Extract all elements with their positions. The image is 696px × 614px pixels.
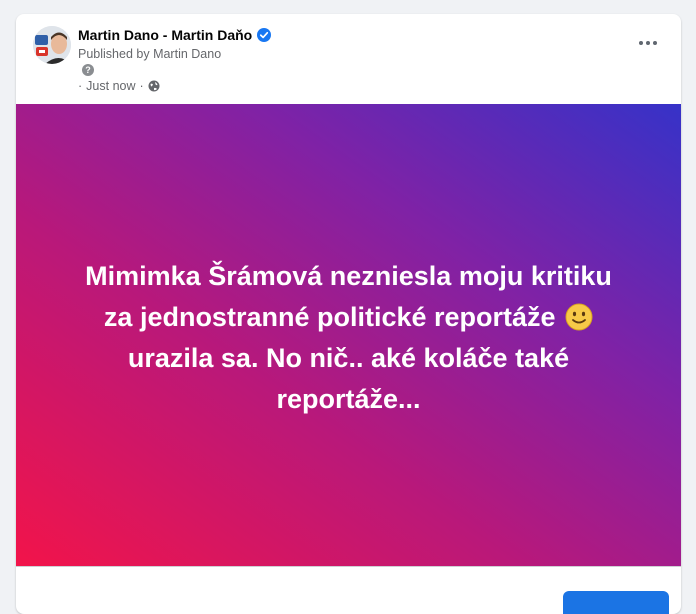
published-by-name[interactable]: Martin Dano xyxy=(153,47,221,61)
globe-icon[interactable] xyxy=(148,80,160,92)
footer-divider xyxy=(16,566,681,567)
post-text-line-4: reportáže... xyxy=(276,384,421,414)
published-prefix: Published by xyxy=(78,47,150,61)
slightly-smiling-face-emoji-icon xyxy=(565,302,593,331)
post-timestamp[interactable]: Just now xyxy=(86,79,135,93)
help-icon[interactable]: ? xyxy=(82,64,94,76)
author-name[interactable]: Martin Dano - Martin Daňo xyxy=(78,27,252,43)
more-dot xyxy=(646,41,650,45)
post-text-line-1: Mimimka Šrámová nezniesla moju kritiku xyxy=(85,261,612,291)
time-separator: · xyxy=(139,79,144,93)
post-header: Martin Dano - Martin Daňo Published by M… xyxy=(16,14,681,104)
timestamp-line: · Just now · xyxy=(78,78,160,94)
primary-action-button[interactable] xyxy=(563,591,669,614)
time-separator: · xyxy=(78,79,83,93)
post-text-line-2: za jednostranné politické reportáže xyxy=(103,302,556,332)
post-background: Mimimka Šrámová nezniesla moju kritiku z… xyxy=(16,104,681,566)
post-card: Martin Dano - Martin Daňo Published by M… xyxy=(16,14,681,614)
more-options-button[interactable] xyxy=(633,28,663,58)
more-dot xyxy=(653,41,657,45)
author-line: Martin Dano - Martin Daňo xyxy=(78,26,272,44)
post-text-line-3: urazila sa. No nič.. aké koláče také xyxy=(127,343,570,373)
post-text: Mimimka Šrámová nezniesla moju kritiku z… xyxy=(54,256,644,420)
more-dot xyxy=(639,41,643,45)
verified-badge-icon xyxy=(257,28,272,42)
avatar-image xyxy=(33,26,71,64)
author-avatar[interactable] xyxy=(33,26,71,64)
published-by-line: Published by Martin Dano xyxy=(78,47,221,61)
